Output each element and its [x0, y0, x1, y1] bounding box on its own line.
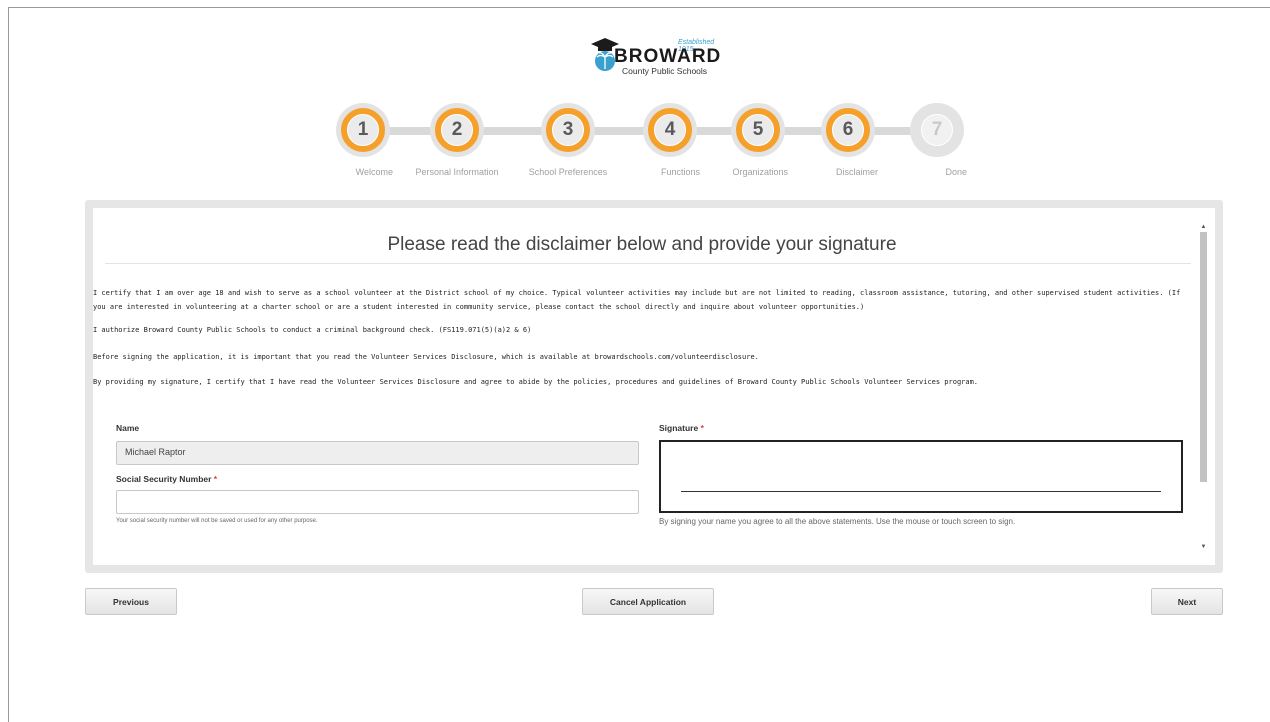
next-button[interactable]: Next	[1151, 588, 1223, 615]
disclaimer-panel: Please read the disclaimer below and pro…	[85, 200, 1223, 573]
step-label: Personal Information	[415, 167, 499, 177]
page-title: Please read the disclaimer below and pro…	[387, 234, 897, 255]
step-organizations[interactable]: 5 Organizations	[728, 103, 788, 180]
step-label: School Preferences	[528, 167, 608, 177]
step-disclaimer[interactable]: 6 Disclaimer	[818, 103, 878, 180]
step-label: Functions	[660, 167, 700, 177]
scroll-down-arrow-icon[interactable]: ▼	[1199, 542, 1208, 552]
disclaimer-paragraph: Before signing the application, it is im…	[93, 353, 759, 361]
window-border-top	[8, 7, 1270, 8]
name-field[interactable]: Michael Raptor	[116, 441, 639, 465]
cancel-application-button[interactable]: Cancel Application	[582, 588, 714, 615]
broward-logo: Established 1915 BROWARD County Public S…	[588, 36, 728, 76]
scroll-up-arrow-icon[interactable]: ▲	[1199, 222, 1208, 232]
step-number: 1	[348, 115, 378, 145]
step-label: Done	[945, 167, 967, 177]
step-label: Disclaimer	[835, 167, 878, 177]
signature-label-text: Signature	[659, 423, 699, 433]
disclaimer-paragraph: I authorize Broward County Public School…	[93, 326, 532, 334]
previous-button[interactable]: Previous	[85, 588, 177, 615]
scroll-thumb[interactable]	[1200, 232, 1207, 482]
step-number: 6	[833, 115, 863, 145]
step-done[interactable]: 7 Done	[907, 103, 967, 180]
panel-scrollbar[interactable]: ▲ ▼	[1199, 222, 1208, 552]
ssn-input[interactable]	[116, 490, 639, 514]
step-personal-information[interactable]: 2 Personal Information	[415, 103, 499, 180]
logo-wordmark: BROWARD	[614, 46, 722, 67]
step-number: 7	[922, 115, 952, 145]
required-marker: *	[213, 474, 218, 484]
step-number: 3	[553, 115, 583, 145]
signature-label: Signature *	[659, 423, 704, 433]
step-number: 4	[655, 115, 685, 145]
signature-line	[681, 491, 1161, 492]
disclaimer-paragraph: I certify that I am over age 18 and wish…	[93, 289, 1181, 311]
disclaimer-paragraph: By providing my signature, I certify tha…	[93, 378, 979, 386]
required-marker: *	[700, 423, 704, 433]
title-divider	[105, 263, 1191, 264]
step-school-preferences[interactable]: 3 School Preferences	[529, 103, 607, 180]
name-label: Name	[116, 423, 140, 433]
step-label: Welcome	[355, 167, 393, 177]
progress-stepper: 1 Welcome 2 Personal Information 3 Schoo…	[330, 103, 970, 183]
ssn-label: Social Security Number *	[116, 474, 217, 484]
signature-hint: By signing your name you agree to all th…	[659, 517, 1016, 526]
disclaimer-content[interactable]: Please read the disclaimer below and pro…	[93, 208, 1215, 565]
step-label: Organizations	[732, 167, 788, 177]
ssn-hint: Your social security number will not be …	[116, 518, 318, 524]
step-functions[interactable]: 4 Functions	[640, 103, 700, 180]
step-welcome[interactable]: 1 Welcome	[333, 103, 393, 180]
window-border-left	[8, 7, 9, 722]
signature-pad[interactable]	[659, 440, 1183, 513]
ssn-label-text: Social Security Number	[116, 474, 212, 484]
step-number: 2	[442, 115, 472, 145]
logo-subtitle: County Public Schools	[622, 66, 708, 76]
step-number: 5	[743, 115, 773, 145]
